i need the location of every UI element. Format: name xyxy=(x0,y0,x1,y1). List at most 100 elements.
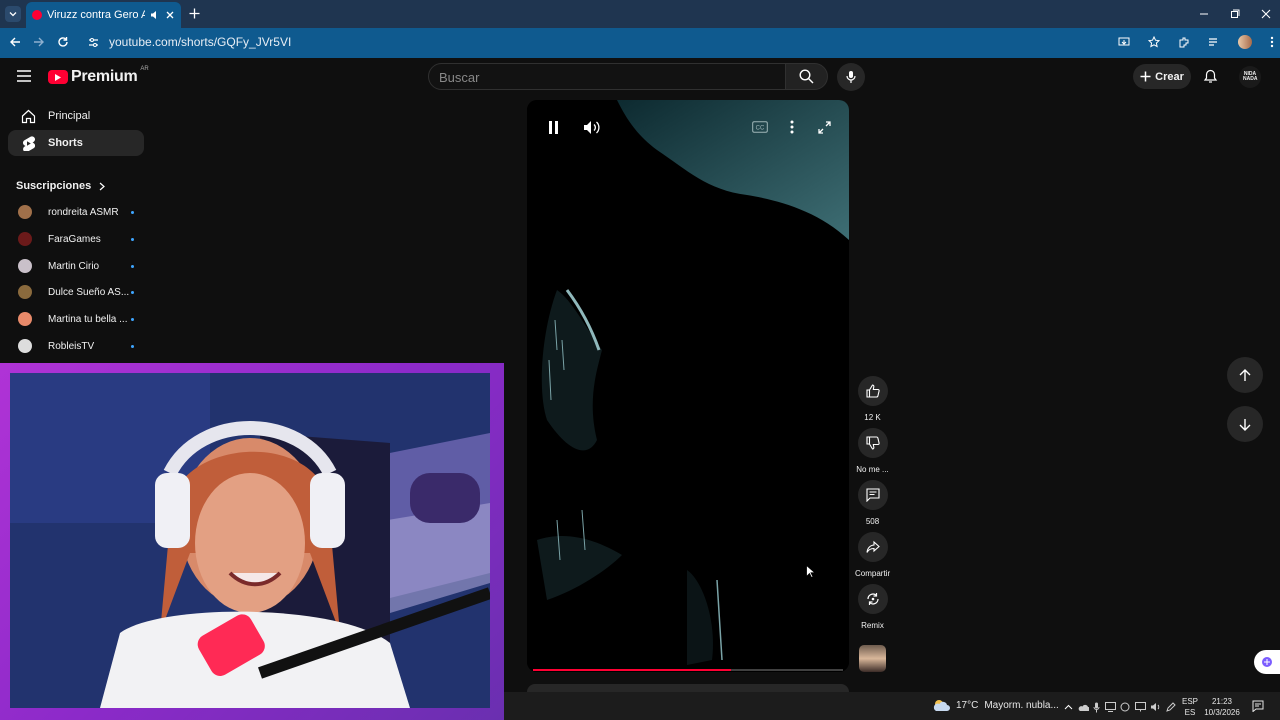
new-content-dot xyxy=(131,290,134,294)
shorts-icon xyxy=(22,135,35,151)
bookmark-star-icon[interactable] xyxy=(1148,36,1160,48)
fullscreen-icon[interactable] xyxy=(818,121,831,134)
audio-thumbnail[interactable] xyxy=(859,645,886,672)
sound-icon[interactable] xyxy=(1150,702,1161,712)
subscriptions-header[interactable]: Suscripciones xyxy=(16,180,106,192)
sidebar-sub-item[interactable]: FaraGames xyxy=(8,226,144,252)
remix-action[interactable]: Remix xyxy=(855,584,890,630)
account-avatar[interactable]: NIDA NADA xyxy=(1239,66,1261,88)
previous-short-button[interactable] xyxy=(1227,357,1263,393)
clock[interactable]: 21:23 10/3/2026 xyxy=(1200,696,1244,718)
site-info-icon[interactable] xyxy=(88,37,99,48)
subscriptions-title: Suscripciones xyxy=(16,180,92,192)
youtube-favicon-icon xyxy=(32,10,42,20)
remix-icon xyxy=(866,593,879,605)
webcam-feed xyxy=(10,373,490,708)
shorts-video-player[interactable] xyxy=(527,100,849,672)
create-button[interactable]: Crear xyxy=(1133,64,1191,89)
forward-icon[interactable] xyxy=(33,36,45,48)
weather-widget[interactable]: 17°C Mayorm. nubla... xyxy=(932,698,1059,712)
svg-text:CC: CC xyxy=(756,126,765,132)
browser-tab-active[interactable]: Viruzz contra Gero Arias en xyxy=(26,2,181,28)
sidebar-sub-item[interactable]: RobleisTV xyxy=(8,333,144,359)
network-icon[interactable] xyxy=(1134,702,1146,712)
search-button[interactable] xyxy=(785,63,828,90)
browser-menu-icon[interactable] xyxy=(1270,36,1274,48)
channel-avatar xyxy=(18,339,32,353)
more-options-icon[interactable] xyxy=(790,120,794,134)
channel-name: Martin Cirio xyxy=(48,260,100,272)
channel-name: RobleisTV xyxy=(48,340,95,352)
share-action[interactable]: Compartir xyxy=(855,532,890,578)
streamer-webcam-image xyxy=(10,373,490,708)
next-short-button[interactable] xyxy=(1227,406,1263,442)
captions-icon[interactable]: CC xyxy=(752,121,768,133)
tray-app-icon[interactable] xyxy=(1120,702,1130,712)
clock-time: 21:23 xyxy=(1211,697,1233,706)
minimize-icon[interactable] xyxy=(1199,9,1209,19)
tab-list-button[interactable] xyxy=(5,6,21,22)
youtube-logo[interactable]: Premium AR xyxy=(48,66,149,86)
sidebar-sub-item[interactable]: Martin Cirio xyxy=(8,253,144,279)
install-app-icon[interactable] xyxy=(1118,36,1130,48)
sidebar-sub-item[interactable]: rondreita ASMR xyxy=(8,199,144,225)
logo-text: Premium xyxy=(71,68,138,85)
notifications-bell-icon[interactable] xyxy=(1203,69,1218,84)
restore-icon[interactable] xyxy=(1230,9,1240,19)
display-icon[interactable] xyxy=(1104,702,1116,712)
arrow-down-icon xyxy=(1239,418,1251,431)
like-action[interactable]: 12 K xyxy=(855,376,890,422)
new-content-dot xyxy=(131,210,134,214)
thumbs-down-icon xyxy=(865,436,880,450)
sidebar-sub-item[interactable]: Dulce Sueño AS... xyxy=(8,279,144,305)
comment-count: 508 xyxy=(865,517,880,526)
like-count: 12 K xyxy=(864,413,881,422)
account-avatar-text: NIDA NADA xyxy=(1243,71,1258,82)
comments-action[interactable]: 508 xyxy=(855,480,890,526)
close-tab-icon[interactable] xyxy=(165,10,175,20)
video-frame xyxy=(527,100,849,672)
arrow-up-icon xyxy=(1239,368,1251,381)
profile-avatar[interactable] xyxy=(1238,35,1252,49)
sidebar-sub-item[interactable]: Martina tu bella ... xyxy=(8,306,144,332)
chevron-down-icon xyxy=(9,12,17,17)
url-field[interactable]: youtube.com/shorts/GQFy_JVr5VI xyxy=(80,31,1160,53)
create-label: Crear xyxy=(1155,70,1184,83)
onedrive-icon[interactable] xyxy=(1078,703,1089,712)
input-language[interactable]: ESP ES xyxy=(1180,696,1200,718)
notification-center-icon[interactable] xyxy=(1252,700,1264,712)
sidebar-item-principal[interactable]: Principal xyxy=(8,103,144,129)
home-icon xyxy=(21,109,35,123)
dislike-action[interactable]: No me ... xyxy=(855,428,890,474)
pen-icon[interactable] xyxy=(1166,702,1176,712)
voice-search-button[interactable] xyxy=(837,63,865,91)
reload-icon[interactable] xyxy=(57,36,69,48)
volume-icon[interactable] xyxy=(583,120,600,135)
media-control-icon[interactable] xyxy=(1208,36,1220,48)
language-code: ESP xyxy=(1181,697,1198,706)
weather-description: Mayorm. nubla... xyxy=(984,699,1059,711)
new-tab-icon[interactable] xyxy=(189,8,200,19)
youtube-play-logo-icon xyxy=(48,70,68,84)
extensions-icon[interactable] xyxy=(1178,36,1190,48)
new-content-dot xyxy=(131,264,134,268)
search-input[interactable]: Buscar xyxy=(428,63,786,90)
hamburger-menu-icon[interactable] xyxy=(17,70,31,82)
close-window-icon[interactable] xyxy=(1261,9,1271,19)
pause-icon[interactable] xyxy=(548,121,560,134)
microphone-tray-icon[interactable] xyxy=(1093,702,1100,713)
remix-label: Remix xyxy=(861,621,884,630)
gemini-assist-button[interactable] xyxy=(1254,650,1280,674)
sidebar-item-shorts[interactable]: Shorts xyxy=(8,130,144,156)
url-text: youtube.com/shorts/GQFy_JVr5VI xyxy=(109,35,292,49)
back-icon[interactable] xyxy=(9,36,21,48)
channel-avatar xyxy=(18,232,32,246)
window-controls xyxy=(1195,6,1275,22)
channel-avatar xyxy=(18,285,32,299)
search-icon xyxy=(799,69,814,84)
speaker-icon[interactable] xyxy=(150,10,160,20)
tab-title: Viruzz contra Gero Arias en xyxy=(47,9,145,21)
tray-overflow-chevron-icon[interactable] xyxy=(1064,704,1073,710)
dislike-label: No me ... xyxy=(856,465,889,474)
plus-icon xyxy=(1140,71,1151,82)
